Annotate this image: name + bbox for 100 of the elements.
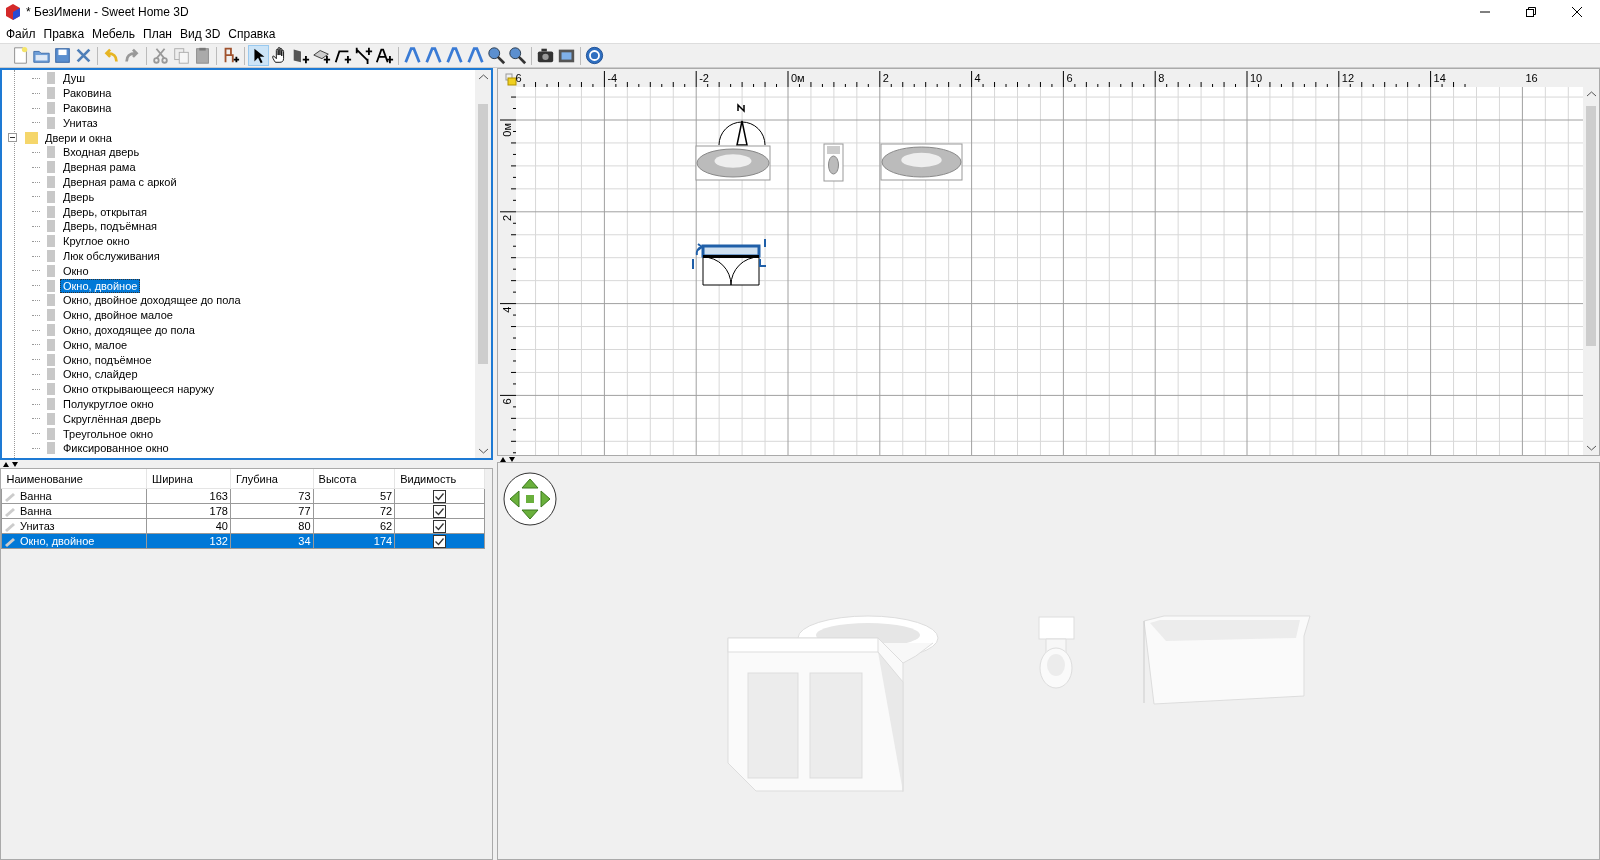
item-icon	[46, 383, 56, 396]
column-header[interactable]: Наименование	[1, 469, 147, 489]
close-icon	[1572, 7, 1582, 17]
tree-item[interactable]: Круглое окно	[60, 234, 133, 249]
item-icon	[46, 72, 56, 85]
splitter-arrows-icon[interactable]	[500, 456, 516, 462]
table-cell: 163	[146, 488, 231, 504]
tree-item[interactable]: Окно, двойное	[60, 278, 141, 293]
item-icon	[46, 102, 56, 114]
table-cell: 80	[230, 518, 314, 534]
tree-item[interactable]: Дверь, открытая	[60, 204, 150, 219]
menu-item[interactable]: План	[139, 26, 176, 41]
zoom-out-button[interactable]	[507, 45, 528, 66]
item-icon	[46, 220, 56, 233]
tree-item[interactable]: Окно, малое	[60, 337, 131, 352]
tree-item[interactable]: Душ	[60, 71, 89, 86]
scrollbar[interactable]	[1583, 69, 1599, 455]
ruler-label: 16	[1525, 72, 1538, 84]
column-header[interactable]: Видимость	[394, 469, 485, 489]
tree-item[interactable]: Окно, двойное доходящее до пола	[60, 293, 244, 308]
tree-item[interactable]: Полукруглое окно	[60, 396, 157, 411]
tree-item[interactable]: Дверь	[60, 189, 98, 204]
item-icon	[46, 353, 56, 366]
tree-item[interactable]: Фиксированное окно	[60, 441, 172, 456]
text-style-button[interactable]	[465, 45, 486, 66]
item-icon	[46, 116, 56, 129]
bathtub-drawing[interactable]	[880, 143, 963, 181]
tree-item[interactable]: Входная дверь	[60, 145, 143, 160]
toilet-drawing[interactable]	[823, 143, 844, 182]
item-icon	[4, 505, 16, 517]
table-row[interactable]: Окно, двойное 132 34 174	[1, 533, 485, 549]
item-icon	[46, 412, 56, 425]
ruler-label: 2	[501, 214, 513, 221]
item-icon	[46, 427, 56, 440]
table-cell: 72	[313, 503, 395, 519]
item-icon	[46, 175, 56, 188]
compass-drawing[interactable]	[718, 103, 766, 146]
item-icon	[46, 309, 56, 322]
dimension-plus-button[interactable]	[353, 45, 374, 66]
menu-item[interactable]: Вид 3D	[175, 26, 225, 41]
menu-item[interactable]: Мебель	[88, 26, 139, 41]
table-cell: Ванна	[20, 490, 52, 502]
scroll-up-icon[interactable]	[478, 74, 488, 80]
column-header[interactable]: Высота	[313, 469, 395, 489]
navigation-arrows-icon[interactable]	[503, 472, 557, 526]
text-style-button[interactable]	[402, 45, 423, 66]
tree-item[interactable]: Дверь, подъёмная	[60, 219, 160, 234]
tree-item[interactable]: Дверная рама	[60, 160, 139, 175]
window-drawing[interactable]	[692, 238, 767, 286]
tree-item[interactable]: Люк обслуживания	[60, 248, 163, 263]
column-header[interactable]: Глубина	[230, 469, 314, 489]
ruler-label: 4	[501, 306, 513, 313]
menu-item[interactable]: Справка	[224, 26, 280, 41]
ruler-label: 4	[974, 72, 981, 84]
checkbox[interactable]	[433, 504, 447, 518]
tree-item[interactable]: Окно, двойное малое	[60, 308, 176, 323]
scroll-down-icon[interactable]	[1586, 445, 1596, 451]
tree-item[interactable]: Окно, доходящее до пола	[60, 322, 198, 337]
checkbox[interactable]	[433, 534, 447, 548]
checkbox[interactable]	[433, 519, 447, 533]
table-row[interactable]: Ванна 178 77 72	[1, 503, 485, 519]
item-icon	[46, 338, 56, 351]
splitter-arrows-icon[interactable]	[3, 461, 19, 467]
pointer-button[interactable]	[248, 45, 269, 66]
table-row[interactable]: Ванна 163 73 57	[1, 488, 485, 504]
scroll-down-icon[interactable]	[478, 448, 488, 454]
text-style-button[interactable]	[444, 45, 465, 66]
table-cell: 62	[313, 518, 395, 534]
tree-item[interactable]: Дверная рама с аркой	[60, 174, 180, 189]
tree-item[interactable]: Окно	[60, 263, 92, 278]
tree-category[interactable]: Двери и окна	[42, 130, 115, 145]
text-style-button[interactable]	[423, 45, 444, 66]
column-header[interactable]: Ширина	[146, 469, 231, 489]
table-cell: Ванна	[20, 505, 52, 517]
tree-item[interactable]: Раковина	[60, 86, 115, 101]
item-icon	[46, 264, 56, 277]
tree-item[interactable]: Окно, слайдер	[60, 367, 141, 382]
scroll-up-icon[interactable]	[1586, 91, 1596, 97]
save-button[interactable]	[52, 45, 73, 66]
ruler-label: 6	[515, 72, 522, 84]
menu-item[interactable]: Файл	[2, 26, 40, 41]
table-row[interactable]: Унитаз 40 80 62	[1, 518, 485, 534]
ruler-label: 6	[501, 398, 513, 405]
scrollbar[interactable]	[475, 70, 491, 458]
tree-item[interactable]: Окно открывающееся наружу	[60, 382, 217, 397]
tree-item[interactable]: Унитаз	[60, 115, 101, 130]
tree-item[interactable]: Окно, подъёмное	[60, 352, 155, 367]
item-icon	[46, 279, 56, 292]
menu-item[interactable]: Правка	[39, 26, 89, 41]
collapse-icon[interactable]	[8, 133, 17, 143]
tree-item[interactable]: Скруглённая дверь	[60, 411, 164, 426]
zoom-in-button[interactable]	[486, 45, 507, 66]
item-icon	[46, 146, 56, 159]
tree-item[interactable]: Треугольное окно	[60, 426, 156, 441]
lock-icon[interactable]	[505, 73, 517, 86]
checkbox[interactable]	[433, 489, 447, 503]
app-icon	[6, 4, 20, 20]
ruler-label: 0м	[501, 123, 513, 137]
ruler-label: -2	[699, 72, 709, 84]
tree-item[interactable]: Раковина	[60, 101, 115, 115]
